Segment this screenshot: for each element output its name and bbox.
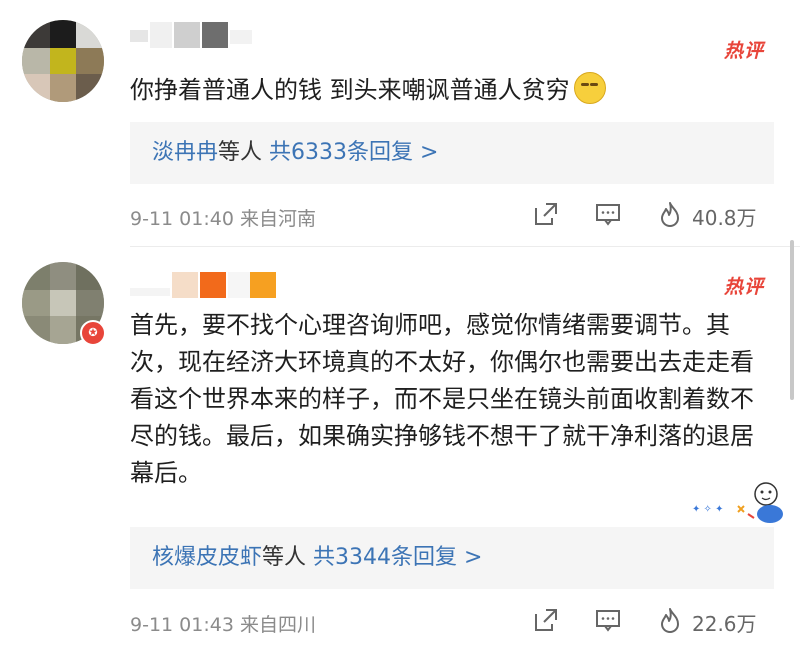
comment-icon[interactable] (594, 606, 622, 638)
username-redacted[interactable] (130, 22, 252, 48)
reply-suffix: 等人 (262, 545, 307, 570)
comment-meta: 9-11 01:40 来自河南 (130, 208, 316, 230)
like-flame-icon[interactable] (656, 200, 684, 232)
avatar[interactable] (22, 20, 104, 102)
reply-suffix: 等人 (218, 140, 263, 165)
comment-meta: 9-11 01:43 来自四川 (130, 614, 316, 636)
like-count: 40.8万 (692, 206, 757, 230)
reply-user-names[interactable]: 核爆皮皮虾 (152, 545, 262, 570)
comment-text: 你挣着普通人的钱 到头来嘲讽普通人贫穷 (130, 76, 570, 104)
verified-badge-icon: ✪ (80, 320, 106, 346)
hot-comment-badge: 热评 (723, 276, 764, 298)
reply-count-link[interactable]: 共6333条回复 > (269, 140, 438, 165)
replies-preview[interactable]: 淡冉冉等人 共6333条回复 > (130, 122, 774, 184)
like-count: 22.6万 (692, 612, 757, 636)
sparkle-sticker-icon: ✦ ✧ ✦ (688, 478, 788, 528)
reply-user-names[interactable]: 淡冉冉 (152, 140, 218, 165)
replies-preview[interactable]: 核爆皮皮虾等人 共3344条回复 > (130, 527, 774, 589)
scrollbar[interactable] (790, 240, 794, 400)
comment-icon[interactable] (594, 200, 622, 232)
reply-count-link[interactable]: 共3344条回复 > (313, 545, 482, 570)
like-flame-icon[interactable] (656, 606, 684, 638)
comment-actions: 40.8万 (532, 200, 772, 230)
share-icon[interactable] (532, 606, 560, 638)
comment-actions: 22.6万 (532, 606, 772, 636)
comment-text: 首先，要不找个心理咨询师吧，感觉你情绪需要调节。其次，现在经济大环境真的不太好，… (130, 311, 754, 487)
comment-text-wrap: 你挣着普通人的钱 到头来嘲讽普通人贫穷 (130, 72, 770, 109)
hot-comment-badge: 热评 (723, 40, 764, 62)
username-redacted[interactable] (130, 272, 280, 298)
sleepy-face-emoji (573, 72, 606, 104)
comment-divider (130, 246, 800, 247)
share-icon[interactable] (532, 200, 560, 232)
svg-text:✦ ✧ ✦: ✦ ✧ ✦ (692, 504, 724, 515)
